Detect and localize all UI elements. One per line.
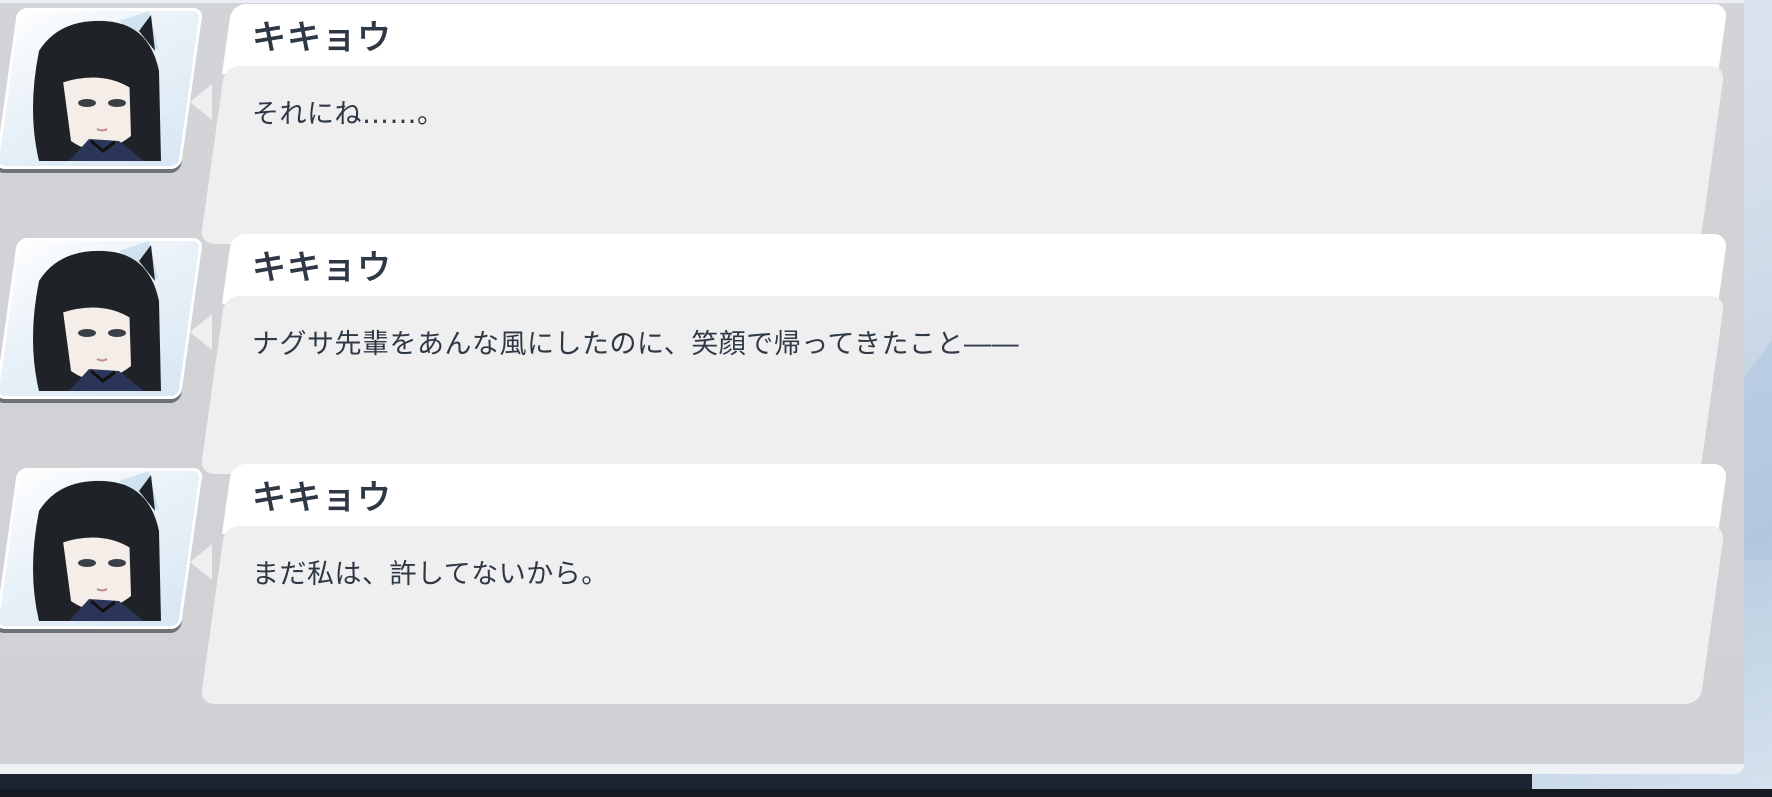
- log-panel[interactable]: キキョウ それにね……。 キキョウ ナグサ先輩をあんな風にしたのに、笑顔で帰って…: [0, 0, 1744, 774]
- speaker-name-tab: [222, 234, 1728, 304]
- log-entry[interactable]: キキョウ まだ私は、許してないから。: [0, 460, 1744, 710]
- log-entry[interactable]: キキョウ それにね……。: [0, 0, 1744, 250]
- speaker-avatar: [0, 8, 204, 169]
- message-text: それにね……。: [252, 99, 445, 130]
- character-portrait-icon: [0, 471, 199, 626]
- log-entry[interactable]: キキョウ ナグサ先輩をあんな風にしたのに、笑顔で帰ってきたこと――: [0, 230, 1744, 480]
- dialogue-log-screen: キキョウ それにね……。 キキョウ ナグサ先輩をあんな風にしたのに、笑顔で帰って…: [0, 0, 1772, 797]
- bottom-frame: [0, 789, 1772, 797]
- bubble-tail: [190, 544, 212, 580]
- speaker-avatar: [0, 468, 204, 629]
- speaker-avatar: [0, 238, 204, 399]
- character-portrait-icon: [0, 241, 199, 396]
- bubble-tail: [190, 314, 212, 350]
- speaker-name: キキョウ: [252, 248, 392, 288]
- speaker-name: キキョウ: [252, 478, 392, 518]
- message-text: ナグサ先輩をあんな風にしたのに、笑顔で帰ってきたこと――: [252, 329, 1020, 360]
- bubble-tail: [190, 84, 212, 120]
- speaker-name-tab: [222, 4, 1728, 74]
- speaker-name-tab: [222, 464, 1728, 534]
- message-text: まだ私は、許してないから。: [252, 559, 609, 590]
- speaker-name: キキョウ: [252, 18, 392, 58]
- character-portrait-icon: [0, 11, 199, 166]
